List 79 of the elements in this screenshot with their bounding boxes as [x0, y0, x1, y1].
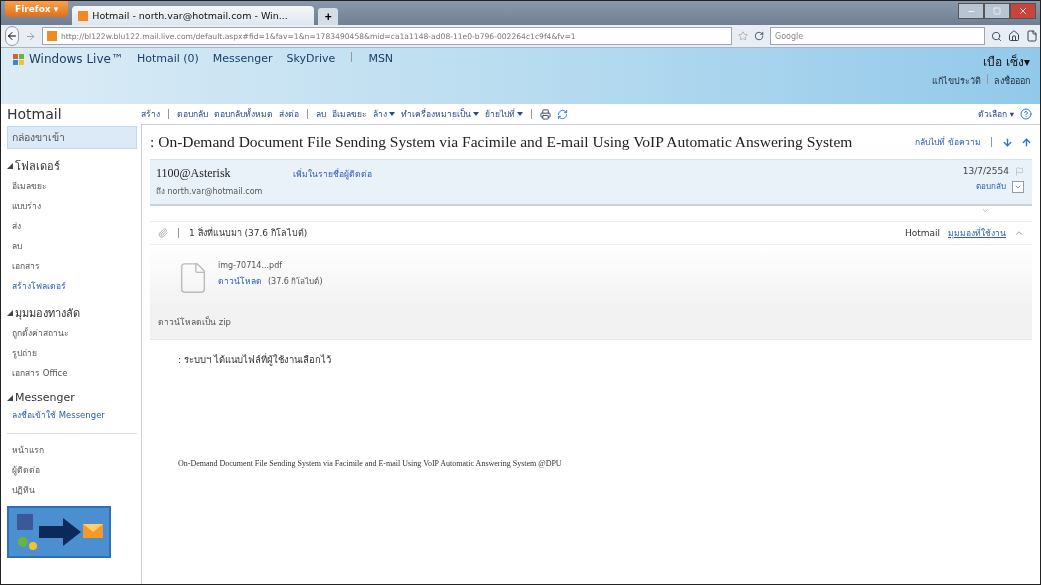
dropdown-caret-icon[interactable] [517, 112, 523, 116]
profile-link[interactable]: แก้ไขประวัติ [932, 74, 981, 88]
toolbar-action[interactable]: สร้าง [141, 107, 160, 121]
search-icon[interactable] [991, 30, 1002, 42]
download-link[interactable]: ดาวน์โหลด [218, 274, 262, 288]
options-menu[interactable]: ตัวเลือก ▾ [978, 107, 1014, 121]
attachment-summary: 1 สิ่งที่แนบมา (37.6 กิโลไบต์) [189, 226, 308, 240]
refresh-icon[interactable] [557, 108, 568, 120]
user-menu[interactable]: เบือ เซ็ง▾ [983, 52, 1030, 71]
service-link[interactable]: MSN [368, 52, 394, 65]
add-contact-link[interactable]: เพิ่มในรายชื่อผู้ติดต่อ [292, 166, 372, 181]
sidebar-link[interactable]: สร้างโฟลเดอร์ [7, 276, 137, 296]
toolbar-action[interactable]: ตอบกลับทั้งหมด [214, 107, 273, 121]
maximize-icon [993, 7, 1001, 15]
reply-link[interactable]: ตอบกลับ [976, 180, 1006, 193]
windows-flag-icon [13, 53, 25, 65]
sidebar-item[interactable]: แบบร่าง [7, 196, 137, 216]
toolbar-action[interactable]: อีเมลขยะ [332, 107, 367, 121]
toolbar-action[interactable]: ย้ายไปที่ [485, 107, 515, 121]
paperclip-icon [158, 228, 168, 238]
reply-dropdown-button[interactable] [1012, 180, 1024, 193]
minimize-button[interactable] [958, 3, 984, 19]
maximize-button[interactable] [984, 3, 1010, 19]
dropdown-caret-icon[interactable] [473, 112, 479, 116]
profile-link[interactable]: ลงชื่อออก [994, 74, 1030, 88]
sidebar-item[interactable]: ส่ง [7, 216, 137, 236]
collapse-triangle-icon[interactable] [7, 163, 13, 169]
new-tab-button[interactable]: + [318, 8, 339, 25]
sidebar-item[interactable]: เอกสาร [7, 256, 137, 276]
message-subject: : On-Demand Document File Sending System via Facimile and E-mail Using VoIP Automatic Answering System [150, 133, 854, 151]
toolbar-action[interactable]: ส่งต่อ [279, 107, 299, 121]
sidebar-item[interactable]: อีเมลขยะ [7, 176, 137, 196]
view-mode-label: Hotmail [904, 228, 940, 238]
message-date: 13/7/2554 [962, 166, 1009, 176]
toolbar-action[interactable]: ทำเครื่องหมายเป็น [401, 107, 471, 121]
service-link[interactable]: Messenger [212, 52, 273, 65]
sidebar-item[interactable]: ปฏิทิน [7, 480, 137, 500]
file-size: (37.6 กิโลไบต์) [268, 275, 323, 288]
service-link[interactable]: Hotmail (0) [136, 52, 199, 65]
toolbar-action[interactable]: ล้าง [373, 107, 387, 121]
message-footer-text: On-Demand Document File Sending System via Facimile and E-mail Using VoIP Automatic Answering System @DPU [178, 459, 563, 468]
collapse-triangle-icon[interactable] [7, 394, 13, 401]
sidebar-item[interactable]: หน้าแรก [7, 440, 137, 460]
recipient-text: ถึง north.var@hotmail.com [156, 186, 264, 198]
sidebar-item[interactable]: ลบ [7, 236, 137, 256]
sidebar-item[interactable]: ผู้ติดต่อ [7, 460, 137, 480]
folder-section-title[interactable]: โฟลเดอร์ [15, 157, 60, 175]
back-arrow-icon [6, 30, 18, 42]
back-to-messages-link[interactable]: กลับไปที่ ข้อความ [915, 135, 981, 149]
search-field[interactable]: Google [770, 27, 985, 45]
printer-icon[interactable] [540, 108, 551, 120]
folder-section-title[interactable]: Messenger [15, 391, 75, 404]
file-name: img-70714...pdf [218, 261, 284, 270]
view-mode-link[interactable]: มุมมองที่ใช้งาน [948, 226, 1006, 240]
folder-section-title[interactable]: มุมมองทางลัด [15, 304, 80, 322]
sidebar-item[interactable]: เอกสาร Office [7, 363, 137, 383]
sidebar-item[interactable]: ถูกตั้งค่าสถานะ [7, 323, 137, 343]
message-body-text: : ระบบฯ ได้แนบไฟล์ที่ผู้ใช้งานเลือกไว้ [178, 352, 333, 367]
help-icon[interactable] [1020, 108, 1032, 120]
browser-tab[interactable]: Hotmail - north.var@hotmail.com - Win... [72, 6, 315, 25]
sidebar-item[interactable]: รูปถ่าย [7, 343, 137, 363]
close-button[interactable] [1010, 3, 1036, 19]
sidebar-item[interactable]: กล่องขาเข้า [7, 126, 137, 149]
app-title: Hotmail [7, 106, 63, 122]
home-icon[interactable] [1008, 30, 1020, 42]
zip-download-link[interactable]: ดาวน์โหลดเป็น zip [158, 317, 231, 327]
toolbar-action[interactable]: ลบ [316, 107, 326, 121]
close-icon [1018, 6, 1028, 16]
dropdown-caret-icon[interactable] [389, 112, 395, 116]
sender-name[interactable]: 1100@Asterisk [156, 166, 231, 181]
previous-message-icon[interactable] [1021, 136, 1032, 148]
star-icon[interactable] [738, 31, 748, 41]
service-link[interactable]: SkyDrive [286, 52, 336, 65]
next-message-icon[interactable] [1002, 136, 1013, 148]
reload-icon[interactable] [754, 31, 764, 41]
back-button[interactable] [5, 26, 19, 46]
collapse-triangle-icon[interactable] [7, 310, 13, 316]
sidebar-link[interactable]: ลงชื่อเข้าใช้ Messenger [7, 405, 137, 425]
toolbar-action[interactable]: ตอบกลับ [177, 107, 208, 121]
